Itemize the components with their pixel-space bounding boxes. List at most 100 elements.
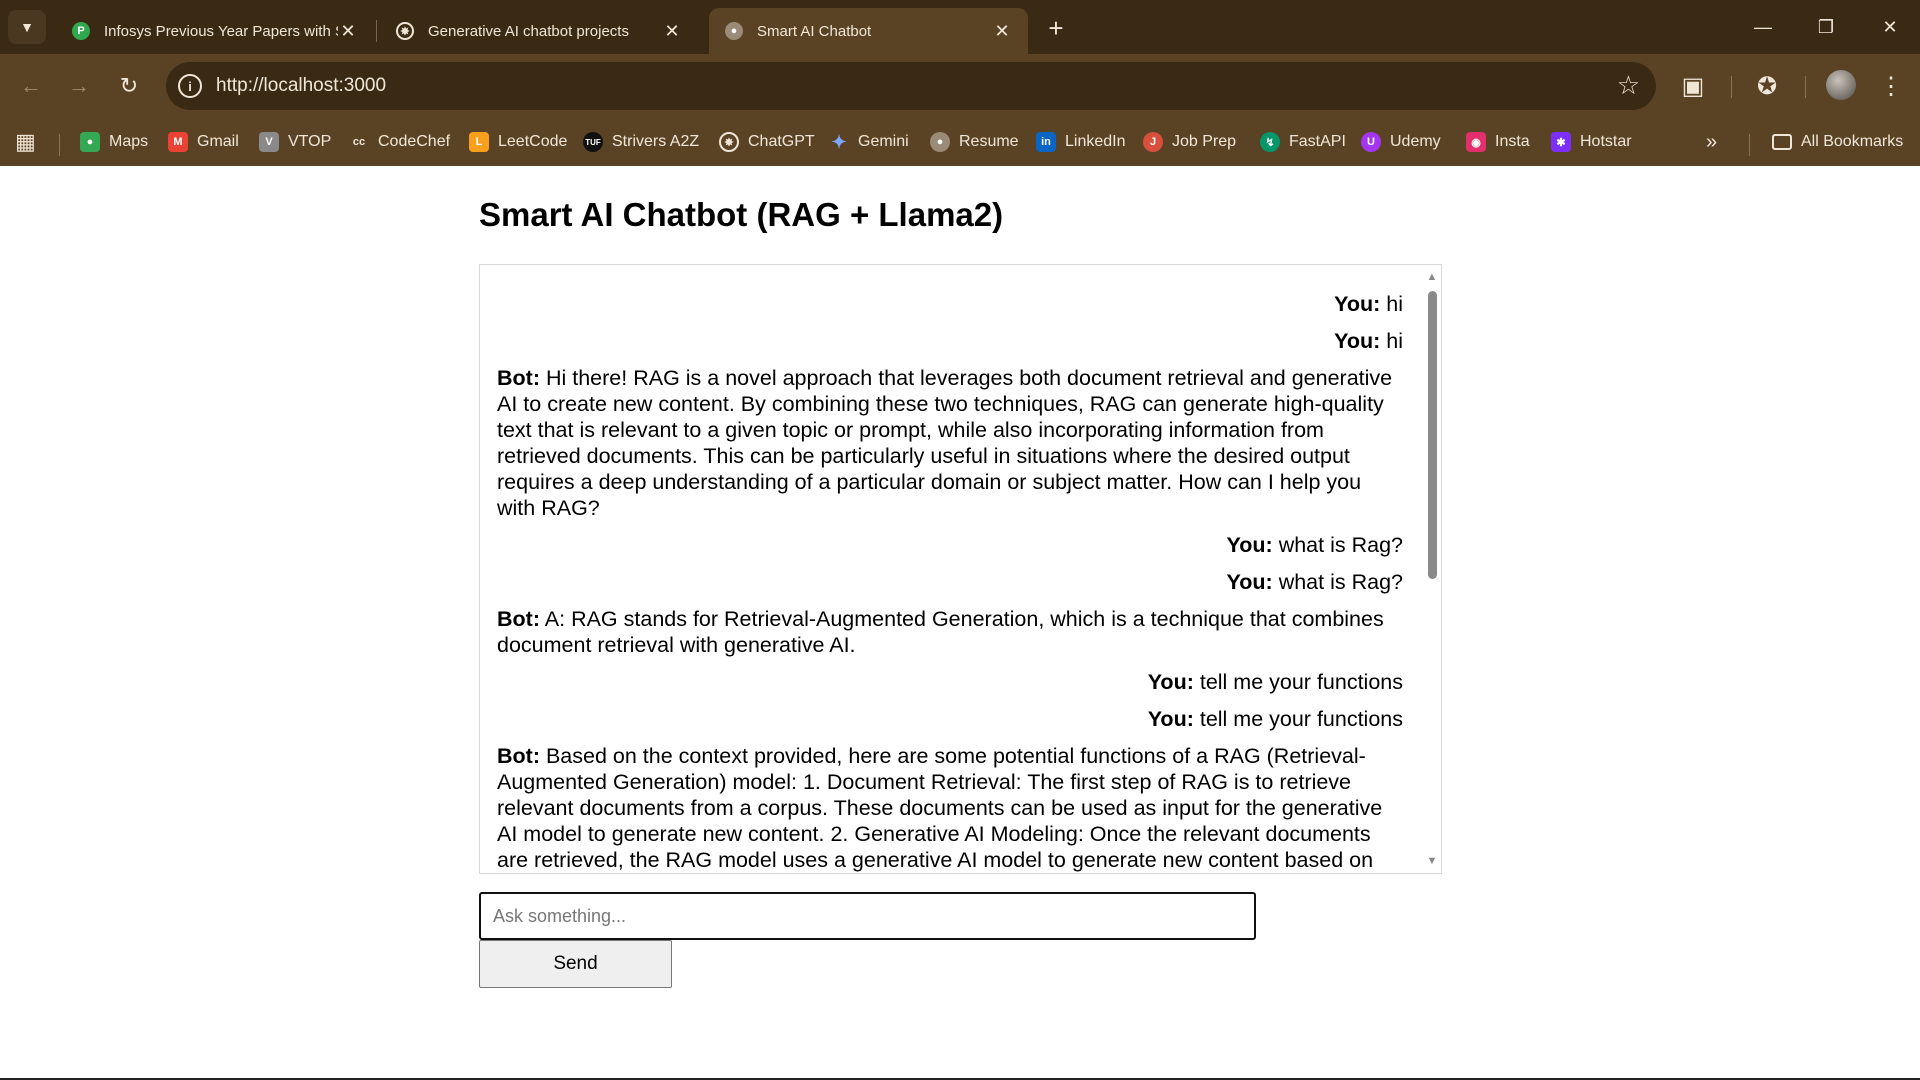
leetcode-icon: L	[469, 132, 489, 152]
bookmarks-divider	[59, 134, 60, 156]
bookmark-label: Gmail	[197, 133, 239, 150]
all-bookmarks-folder[interactable]: All Bookmarks	[1772, 127, 1903, 157]
site-info-icon[interactable]: i	[178, 74, 202, 98]
bookmark-gemini[interactable]: ✦ Gemini	[829, 127, 909, 157]
message-text: Based on the context provided, here are …	[497, 744, 1383, 872]
maps-icon: ●	[80, 132, 100, 152]
apps-grid-icon[interactable]: ▦	[15, 127, 36, 157]
reload-icon[interactable]: ↻	[111, 68, 147, 104]
page-content: Smart AI Chatbot (RAG + Llama2) You: hi Y…	[0, 166, 1920, 1080]
bookmark-codechef[interactable]: cc CodeChef	[349, 127, 450, 157]
page-title: Smart AI Chatbot (RAG + Llama2)	[479, 196, 1004, 233]
user-message: You: hi	[497, 328, 1403, 354]
bookmarks-divider	[1749, 134, 1750, 156]
bookmark-strivers[interactable]: TUF Strivers A2Z	[583, 127, 699, 157]
vtop-icon: V	[259, 132, 279, 152]
chat-messages: You: hi You: hi Bot: Hi there! RAG is a no…	[497, 291, 1403, 873]
all-bookmarks-label: All Bookmarks	[1801, 133, 1904, 150]
extensions-puzzle-icon[interactable]: ▣	[1675, 68, 1711, 104]
udemy-icon: U	[1361, 132, 1381, 152]
toolbar-divider	[1805, 76, 1806, 98]
tab-close-icon[interactable]: ✕	[662, 21, 682, 42]
restore-icon[interactable]: ❐	[1806, 10, 1846, 44]
tab-title: Infosys Previous Year Papers with S	[104, 22, 338, 40]
scroll-down-arrow-icon[interactable]: ▼	[1426, 855, 1438, 867]
bookmark-maps[interactable]: ● Maps	[80, 127, 148, 157]
globe-favicon-icon: ●	[725, 22, 743, 40]
bookmark-udemy[interactable]: U Udemy	[1361, 127, 1441, 157]
ask-input[interactable]	[479, 892, 1256, 940]
bookmark-label: LinkedIn	[1065, 133, 1126, 150]
message-speaker: You:	[1226, 570, 1273, 594]
reading-list-star-icon[interactable]: ✪	[1749, 68, 1785, 104]
message-text: what is Rag?	[1278, 533, 1403, 557]
tab-close-icon[interactable]: ✕	[992, 21, 1012, 42]
chat-history[interactable]: You: hi You: hi Bot: Hi there! RAG is a no…	[479, 264, 1442, 874]
kebab-menu-icon[interactable]: ⋮	[1873, 68, 1909, 104]
hotstar-icon: ✱	[1551, 132, 1571, 152]
chatgpt-icon: ✸	[719, 132, 739, 152]
window-close-icon[interactable]: ✕	[1870, 10, 1910, 44]
user-message: You: what is Rag?	[497, 532, 1403, 558]
bookmark-linkedin[interactable]: in LinkedIn	[1036, 127, 1126, 157]
bookmark-hotstar[interactable]: ✱ Hotstar	[1551, 127, 1632, 157]
message-text: tell me your functions	[1199, 670, 1403, 694]
bookmark-job-prep[interactable]: J Job Prep	[1143, 127, 1236, 157]
fastapi-icon: ↯	[1260, 132, 1280, 152]
bookmark-resume[interactable]: ● Resume	[930, 127, 1019, 157]
bookmark-label: Udemy	[1390, 133, 1441, 150]
address-bar[interactable]: i http://localhost:3000 ☆	[166, 62, 1656, 110]
address-bar-url[interactable]: http://localhost:3000	[216, 75, 386, 97]
message-text: Hi there! RAG is a novel approach that l…	[497, 366, 1393, 520]
back-arrow-icon[interactable]: ←	[13, 68, 49, 104]
tab-close-icon[interactable]: ✕	[338, 21, 358, 42]
bookmark-label: Gemini	[858, 133, 909, 150]
bookmark-chatgpt[interactable]: ✸ ChatGPT	[719, 127, 815, 157]
message-speaker: Bot:	[497, 607, 540, 631]
bookmark-fastapi[interactable]: ↯ FastAPI	[1260, 127, 1346, 157]
bookmark-gmail[interactable]: M Gmail	[168, 127, 239, 157]
bot-message: Bot: A: RAG stands for Retrieval-Augment…	[497, 606, 1403, 658]
message-text: hi	[1386, 329, 1403, 353]
tuf-icon: TUF	[583, 132, 603, 152]
bookmark-label: CodeChef	[378, 133, 451, 150]
browser-toolbar: ← → ↻ i http://localhost:3000 ☆ ▣ ✪ ⋮	[0, 54, 1920, 118]
chat-scrollbar[interactable]: ▲ ▼	[1423, 265, 1441, 873]
message-text: A: RAG stands for Retrieval-Augmented Ge…	[497, 607, 1384, 657]
tab-generative-ai[interactable]: ✸ Generative AI chatbot projects ✕	[380, 8, 698, 54]
chatgpt-favicon-icon: ✸	[396, 22, 414, 40]
bookmark-insta[interactable]: ◉ Insta	[1466, 127, 1530, 157]
tab-smart-ai-chatbot[interactable]: ● Smart AI Chatbot ✕	[709, 8, 1028, 54]
bookmark-star-icon[interactable]: ☆	[1617, 70, 1640, 101]
message-speaker: Bot:	[497, 366, 540, 390]
bookmark-label: LeetCode	[498, 133, 568, 150]
profile-avatar[interactable]	[1826, 70, 1856, 100]
new-tab-plus-icon[interactable]: +	[1040, 12, 1072, 44]
message-speaker: You:	[1226, 533, 1273, 557]
minimize-icon[interactable]: —	[1743, 10, 1783, 44]
more-bookmarks-chevron-icon[interactable]: »	[1706, 127, 1717, 157]
instagram-icon: ◉	[1466, 132, 1486, 152]
bot-message: Bot: Hi there! RAG is a novel approach t…	[497, 365, 1403, 521]
bookmark-label: ChatGPT	[748, 133, 815, 150]
linkedin-icon: in	[1036, 132, 1056, 152]
bookmark-label: VTOP	[288, 133, 332, 150]
tab-title: Smart AI Chatbot	[757, 22, 872, 40]
tab-divider	[376, 20, 377, 42]
bookmark-label: Insta	[1495, 133, 1530, 150]
message-speaker: You:	[1147, 670, 1194, 694]
message-speaker: Bot:	[497, 744, 540, 768]
message-speaker: You:	[1334, 292, 1381, 316]
user-message: You: tell me your functions	[497, 669, 1403, 695]
send-button[interactable]: Send	[479, 940, 672, 988]
forward-arrow-icon[interactable]: →	[61, 68, 97, 104]
tab-search-chevron-icon[interactable]: ▼	[8, 10, 46, 44]
user-message: You: tell me your functions	[497, 706, 1403, 732]
tab-infosys[interactable]: P Infosys Previous Year Papers with S ✕	[56, 8, 374, 54]
scroll-thumb[interactable]	[1428, 291, 1437, 579]
scroll-up-arrow-icon[interactable]: ▲	[1426, 271, 1438, 283]
toolbar-divider	[1731, 76, 1732, 98]
bookmark-leetcode[interactable]: L LeetCode	[469, 127, 567, 157]
prepinsta-favicon-icon: P	[72, 22, 90, 40]
bookmark-vtop[interactable]: V VTOP	[259, 127, 331, 157]
